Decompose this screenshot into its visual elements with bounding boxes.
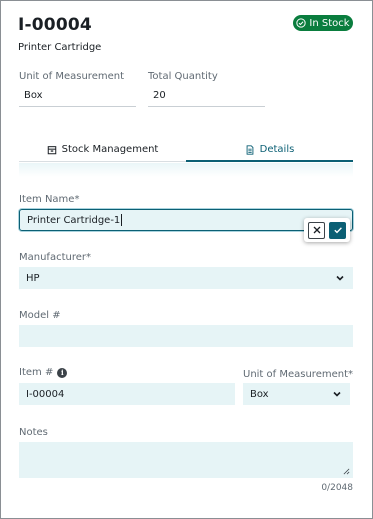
item-name-value: Printer Cartridge-1 bbox=[27, 214, 121, 226]
item-detail-panel: I-00004 Printer Cartridge In Stock Unit … bbox=[0, 0, 373, 519]
notes-char-counter: 0/2048 bbox=[321, 483, 353, 493]
tab-stock-management[interactable]: Stock Management bbox=[19, 138, 186, 161]
summary-uom-value: Box bbox=[19, 85, 136, 107]
tab-stock-management-label: Stock Management bbox=[61, 144, 159, 155]
status-badge: In Stock bbox=[293, 15, 353, 31]
document-icon bbox=[246, 144, 254, 155]
summary-qty-value: 20 bbox=[148, 85, 265, 107]
item-number-label-group: Item # i bbox=[19, 367, 68, 378]
model-input[interactable] bbox=[19, 325, 353, 347]
text-caret bbox=[121, 214, 123, 226]
resize-grip-icon[interactable] bbox=[343, 468, 350, 475]
tab-details[interactable]: Details bbox=[186, 138, 353, 162]
item-name-input[interactable]: Printer Cartridge-1 bbox=[19, 209, 353, 231]
tab-bar: Stock Management Details bbox=[19, 138, 353, 162]
item-number-input[interactable]: I-00004 bbox=[19, 383, 235, 405]
tab-details-label: Details bbox=[259, 144, 295, 155]
notes-label: Notes bbox=[19, 427, 48, 438]
tab-underglow bbox=[19, 163, 353, 177]
item-number-label: Item # bbox=[19, 367, 54, 378]
close-icon bbox=[313, 226, 320, 234]
item-name-label: Item Name* bbox=[19, 194, 80, 205]
info-icon[interactable]: i bbox=[57, 367, 68, 378]
notes-textarea[interactable] bbox=[19, 442, 353, 478]
cancel-edit-button[interactable] bbox=[308, 221, 325, 239]
warehouse-icon bbox=[47, 145, 56, 154]
item-name-subtitle: Printer Cartridge bbox=[18, 42, 102, 53]
edit-actions-popover bbox=[304, 218, 350, 242]
model-label: Model # bbox=[19, 310, 61, 321]
check-circle-icon bbox=[296, 18, 307, 28]
item-id-title: I-00004 bbox=[18, 15, 92, 35]
manufacturer-value: HP bbox=[26, 272, 40, 284]
status-text: In Stock bbox=[309, 17, 350, 29]
uom-value: Box bbox=[250, 388, 269, 400]
summary-uom-label: Unit of Measurement bbox=[19, 71, 125, 82]
manufacturer-label: Manufacturer* bbox=[19, 252, 91, 263]
chevron-down-icon bbox=[333, 391, 341, 397]
uom-select[interactable]: Box bbox=[243, 383, 350, 405]
confirm-edit-button[interactable] bbox=[329, 221, 346, 239]
chevron-down-icon bbox=[336, 275, 344, 281]
item-number-value: I-00004 bbox=[26, 388, 65, 400]
uom-label: Unit of Measurement* bbox=[243, 369, 354, 380]
manufacturer-select[interactable]: HP bbox=[19, 267, 353, 289]
checkmark-icon bbox=[333, 227, 342, 234]
summary-qty-label: Total Quantity bbox=[148, 71, 218, 82]
